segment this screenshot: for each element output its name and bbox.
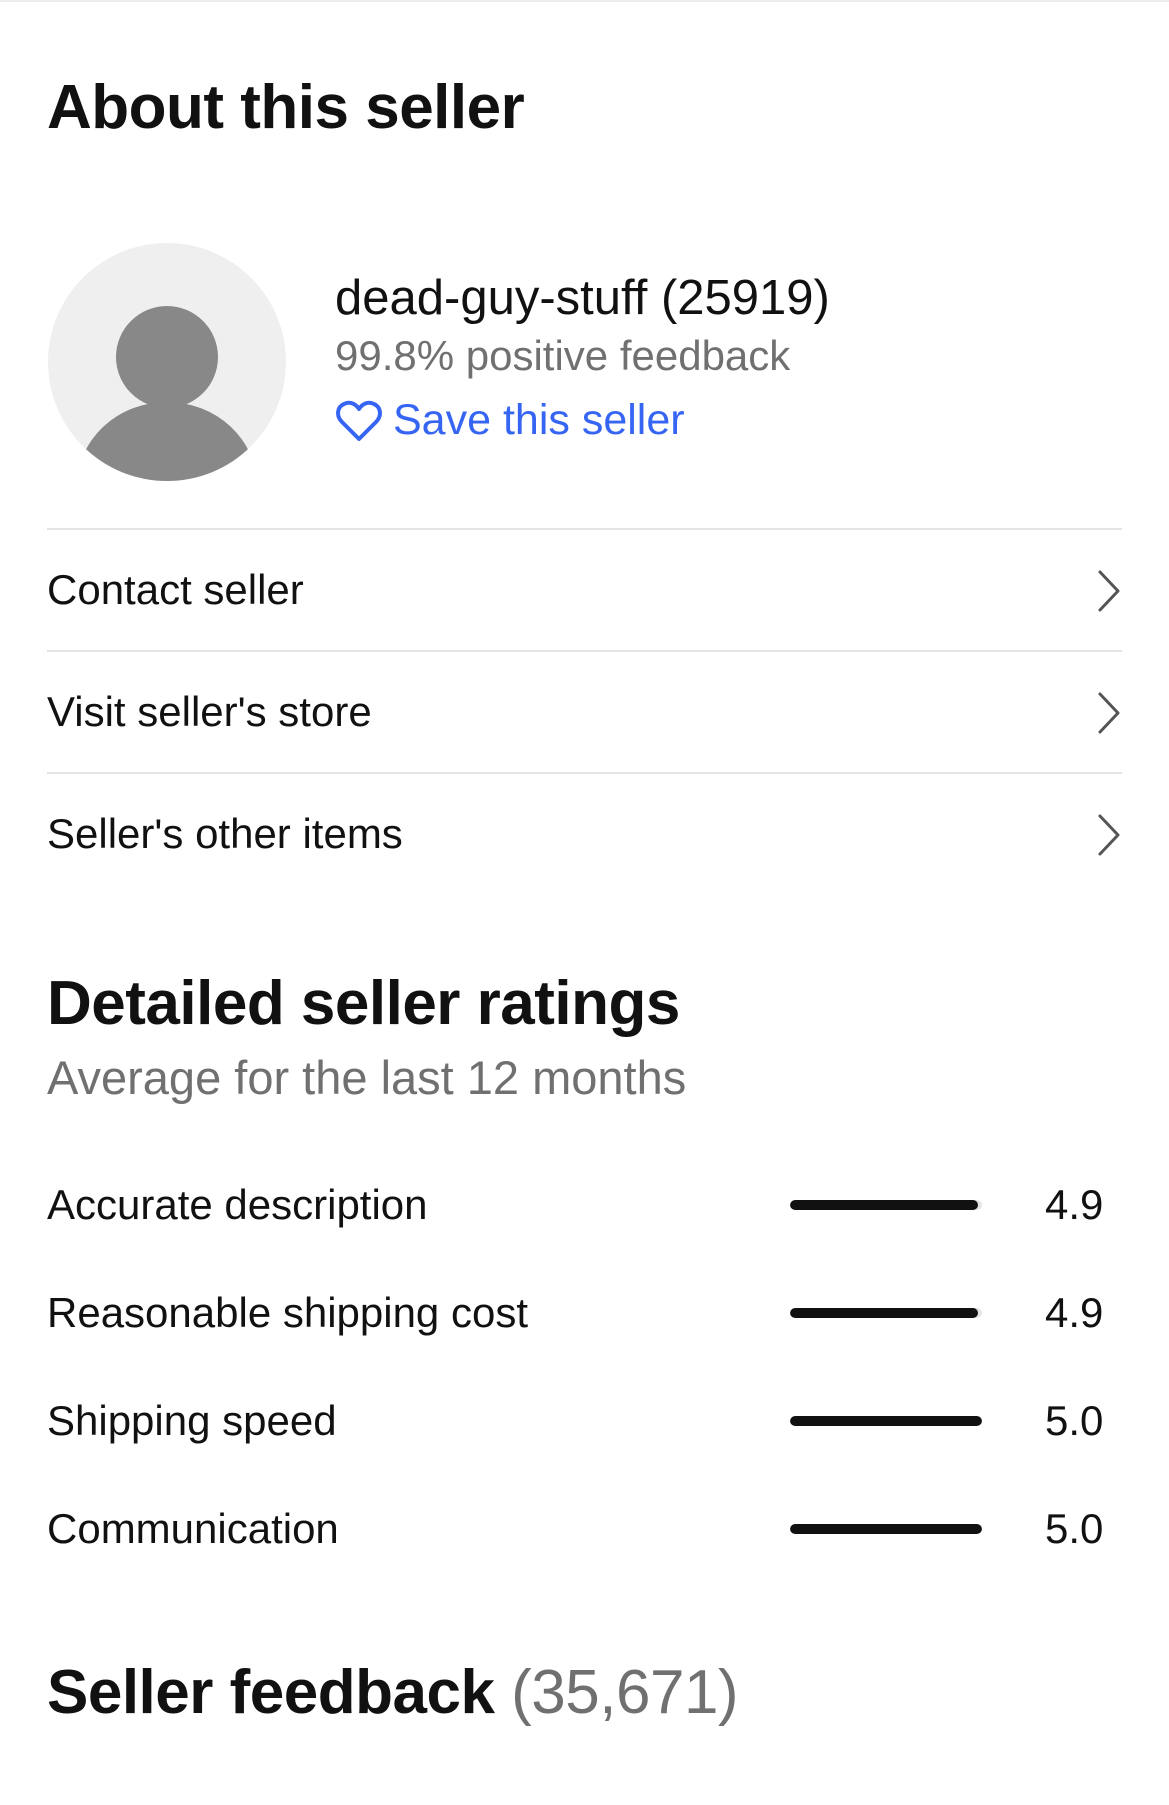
rating-bar-fill bbox=[790, 1308, 979, 1318]
rating-bar bbox=[790, 1308, 982, 1318]
about-seller-title: About this seller bbox=[47, 73, 525, 142]
seller-feedback-label: Seller feedback bbox=[47, 1658, 495, 1727]
heart-outline-icon bbox=[336, 400, 382, 441]
rating-value: 4.9 bbox=[1045, 1181, 1104, 1228]
seller-avatar bbox=[48, 243, 286, 481]
rating-row: Reasonable shipping cost 4.9 bbox=[47, 1286, 1107, 1394]
rating-value: 5.0 bbox=[1045, 1505, 1104, 1552]
chevron-right-icon bbox=[1098, 814, 1120, 856]
seller-feedback-title: Seller feedback (35,671) bbox=[47, 1657, 739, 1728]
rating-label: Communication bbox=[47, 1505, 339, 1552]
other-items-label: Seller's other items bbox=[47, 810, 403, 857]
save-seller-button[interactable]: Save this seller bbox=[335, 396, 830, 445]
chevron-right-icon bbox=[1098, 692, 1120, 734]
ratings-subtitle: Average for the last 12 months bbox=[47, 1051, 687, 1104]
seller-info: dead-guy-stuff (25919) 99.8% positive fe… bbox=[335, 268, 830, 445]
top-divider bbox=[0, 0, 1169, 2]
visit-store-label: Visit seller's store bbox=[47, 688, 372, 735]
other-items-row[interactable]: Seller's other items bbox=[47, 772, 1122, 894]
rating-bar bbox=[790, 1524, 982, 1534]
rating-bar bbox=[790, 1416, 982, 1426]
rating-label: Accurate description bbox=[47, 1181, 428, 1228]
seller-feedback-count: (35,671) bbox=[511, 1658, 739, 1727]
contact-seller-label: Contact seller bbox=[47, 566, 304, 613]
rating-label: Shipping speed bbox=[47, 1397, 337, 1444]
person-avatar-icon bbox=[77, 306, 257, 481]
chevron-right-icon bbox=[1098, 570, 1120, 612]
contact-seller-row[interactable]: Contact seller bbox=[47, 528, 1122, 650]
rating-label: Reasonable shipping cost bbox=[47, 1289, 528, 1336]
seller-positive-feedback: 99.8% positive feedback bbox=[335, 332, 791, 379]
about-seller-page: About this seller dead-guy-stuff (25919)… bbox=[0, 0, 1169, 1805]
rating-bar-fill bbox=[790, 1416, 982, 1426]
rating-value: 5.0 bbox=[1045, 1397, 1104, 1444]
seller-name[interactable]: dead-guy-stuff (25919) bbox=[335, 268, 830, 328]
seller-actions-list: Contact seller Visit seller's store Sell… bbox=[47, 528, 1122, 894]
rating-row: Communication 5.0 bbox=[47, 1502, 1107, 1610]
rating-bar-fill bbox=[790, 1524, 982, 1534]
rating-row: Shipping speed 5.0 bbox=[47, 1394, 1107, 1502]
rating-bar-fill bbox=[790, 1200, 979, 1210]
rating-row: Accurate description 4.9 bbox=[47, 1178, 1107, 1286]
visit-store-row[interactable]: Visit seller's store bbox=[47, 650, 1122, 772]
ratings-list: Accurate description 4.9 Reasonable ship… bbox=[47, 1178, 1107, 1610]
detailed-ratings-title: Detailed seller ratings bbox=[47, 969, 680, 1038]
rating-bar bbox=[790, 1200, 982, 1210]
save-seller-label: Save this seller bbox=[393, 396, 685, 444]
rating-value: 4.9 bbox=[1045, 1289, 1104, 1336]
